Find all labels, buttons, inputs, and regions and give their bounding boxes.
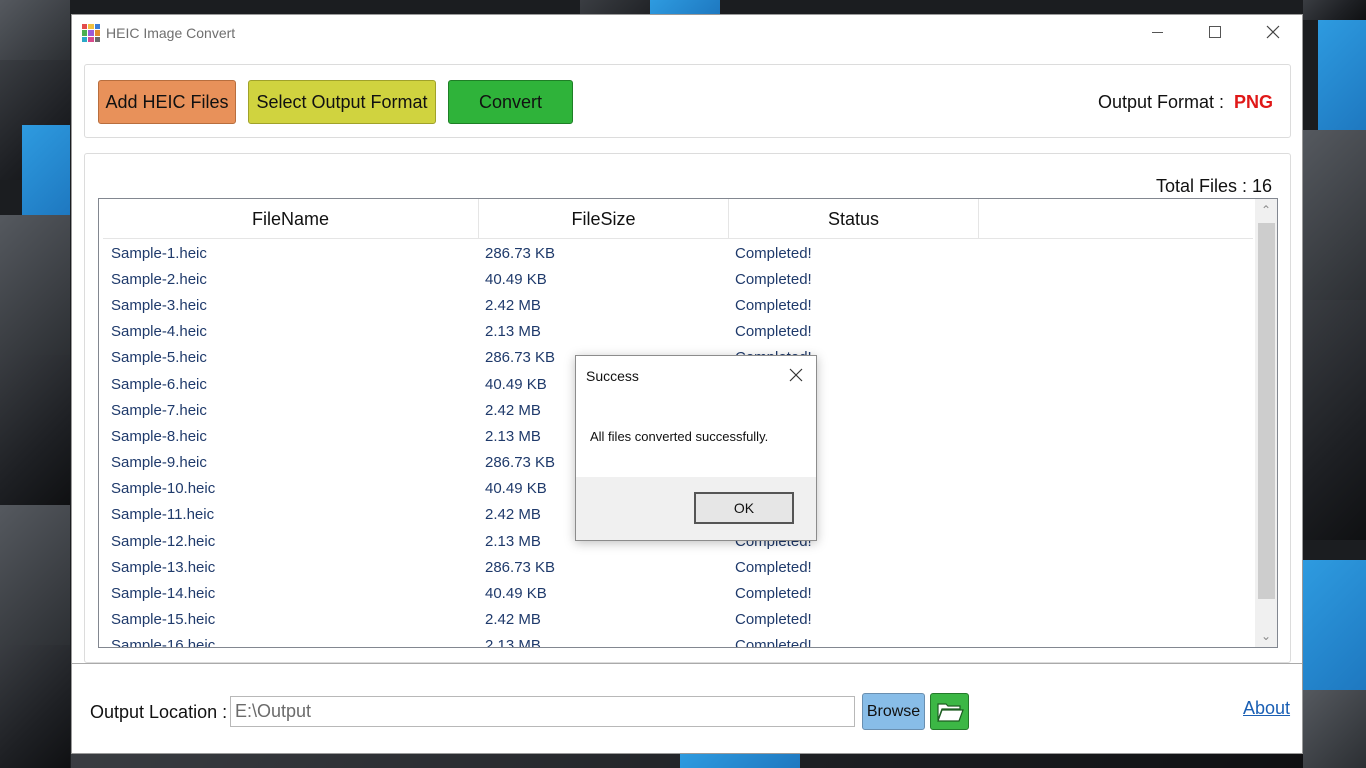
dialog-message: All files converted successfully. xyxy=(590,429,769,444)
filesize-cell: 2.42 MB xyxy=(485,611,541,629)
filename-cell: Sample-3.heic xyxy=(111,296,207,314)
table-row[interactable]: Sample-2.heic 40.49 KB Completed! xyxy=(103,266,1253,292)
output-format-label: Output Format : xyxy=(1098,92,1225,112)
open-folder-icon xyxy=(936,702,964,722)
output-location-label: Output Location : xyxy=(90,702,228,722)
filesize-cell: 286.73 KB xyxy=(485,558,556,576)
scroll-down-icon[interactable]: ⌄ xyxy=(1255,625,1277,647)
status-cell: Completed! xyxy=(735,637,812,648)
filename-cell: Sample-7.heic xyxy=(111,401,207,419)
output-location-input[interactable] xyxy=(230,696,855,727)
minimize-button[interactable] xyxy=(1128,15,1186,49)
close-icon xyxy=(1266,25,1280,39)
open-folder-button[interactable] xyxy=(930,693,969,730)
filesize-cell: 40.49 KB xyxy=(485,270,547,288)
filesize-cell: 286.73 KB xyxy=(485,244,556,262)
convert-button[interactable]: Convert xyxy=(448,80,573,124)
filename-cell: Sample-1.heic xyxy=(111,244,207,262)
select-output-format-button[interactable]: Select Output Format xyxy=(248,80,436,124)
browse-button[interactable]: Browse xyxy=(862,693,925,730)
title-bar: HEIC Image Convert xyxy=(72,15,1302,51)
filename-cell: Sample-15.heic xyxy=(111,611,216,629)
add-heic-files-button[interactable]: Add HEIC Files xyxy=(98,80,236,124)
status-cell: Completed! xyxy=(735,296,812,314)
app-icon xyxy=(82,24,100,42)
column-header-filesize[interactable]: FileSize xyxy=(479,199,729,239)
filesize-cell: 40.49 KB xyxy=(485,585,547,603)
filename-cell: Sample-8.heic xyxy=(111,427,207,445)
status-cell: Completed! xyxy=(735,611,812,629)
status-cell: Completed! xyxy=(735,270,812,288)
vertical-scrollbar[interactable]: ⌃ ⌄ xyxy=(1255,199,1277,647)
filename-cell: Sample-2.heic xyxy=(111,270,207,288)
dialog-footer: OK xyxy=(576,477,816,540)
scrollbar-thumb[interactable] xyxy=(1258,223,1275,599)
maximize-button[interactable] xyxy=(1186,15,1244,49)
scroll-up-icon[interactable]: ⌃ xyxy=(1255,199,1277,221)
filename-cell: Sample-5.heic xyxy=(111,349,207,367)
table-row[interactable]: Sample-13.heic 286.73 KB Completed! xyxy=(103,554,1253,580)
about-link[interactable]: About xyxy=(1243,698,1290,719)
filename-cell: Sample-16.heic xyxy=(111,637,216,648)
filename-cell: Sample-10.heic xyxy=(111,480,216,498)
table-row[interactable]: Sample-16.heic 2.13 MB Completed! xyxy=(103,633,1253,648)
toolbar-panel: Add HEIC Files Select Output Format Conv… xyxy=(84,64,1291,138)
minimize-icon xyxy=(1151,31,1163,33)
close-icon xyxy=(789,368,803,382)
filesize-cell: 2.42 MB xyxy=(485,296,541,314)
table-row[interactable]: Sample-1.heic 286.73 KB Completed! xyxy=(103,240,1253,266)
filename-cell: Sample-12.heic xyxy=(111,532,216,550)
output-format-value: PNG xyxy=(1234,92,1274,112)
status-cell: Completed! xyxy=(735,558,812,576)
status-cell: Completed! xyxy=(735,244,812,262)
table-row[interactable]: Sample-3.heic 2.42 MB Completed! xyxy=(103,292,1253,318)
dialog-title: Success xyxy=(586,368,639,384)
table-row[interactable]: Sample-4.heic 2.13 MB Completed! xyxy=(103,319,1253,345)
table-row[interactable]: Sample-15.heic 2.42 MB Completed! xyxy=(103,607,1253,633)
filename-cell: Sample-11.heic xyxy=(111,506,215,524)
column-header-empty xyxy=(979,199,1253,239)
ok-button[interactable]: OK xyxy=(694,492,794,524)
close-button[interactable] xyxy=(1244,15,1302,49)
filename-cell: Sample-9.heic xyxy=(111,454,207,472)
dialog-close-button[interactable] xyxy=(782,362,810,388)
column-header-status[interactable]: Status xyxy=(729,199,979,239)
status-cell: Completed! xyxy=(735,323,812,341)
filename-cell: Sample-6.heic xyxy=(111,375,207,393)
success-dialog: Success All files converted successfully… xyxy=(575,355,817,541)
status-cell: Completed! xyxy=(735,585,812,603)
table-row[interactable]: Sample-14.heic 40.49 KB Completed! xyxy=(103,580,1253,606)
filesize-cell: 2.13 MB xyxy=(485,323,541,341)
filename-cell: Sample-13.heic xyxy=(111,558,216,576)
filesize-cell: 2.13 MB xyxy=(485,637,541,648)
filename-cell: Sample-14.heic xyxy=(111,585,216,603)
total-files-count: Total Files : 16 xyxy=(1155,176,1272,196)
filename-cell: Sample-4.heic xyxy=(111,323,207,341)
column-header-filename[interactable]: FileName xyxy=(103,199,479,239)
maximize-icon xyxy=(1209,26,1221,38)
list-header: FileName FileSize Status xyxy=(103,199,1253,239)
window-title: HEIC Image Convert xyxy=(106,25,236,41)
bottom-divider xyxy=(72,663,1302,664)
